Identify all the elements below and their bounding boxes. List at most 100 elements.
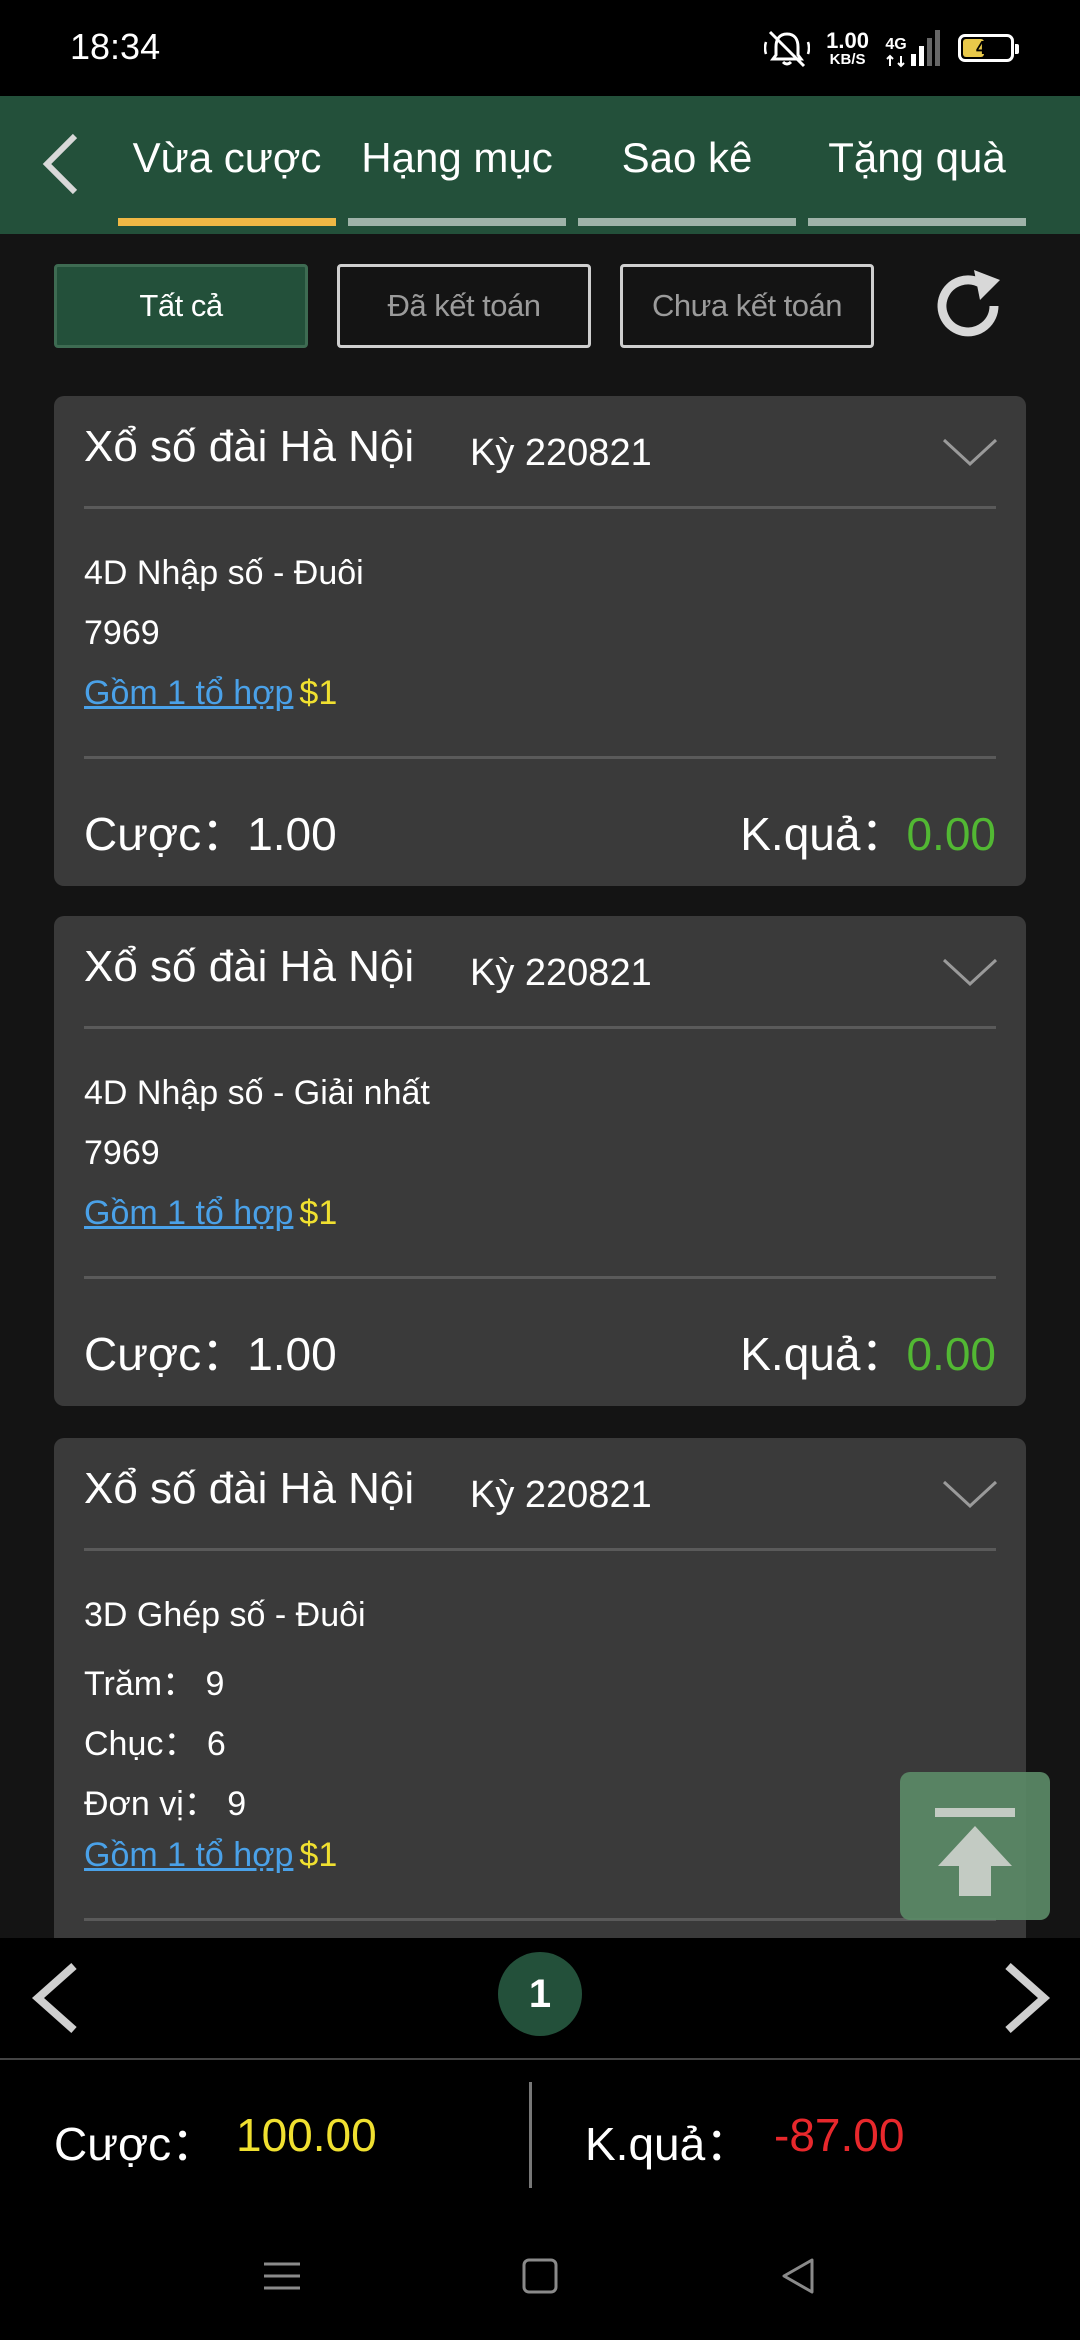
digit-row: Trăm： 9 — [84, 1656, 224, 1705]
lottery-name: Xổ số đài Hà Nội — [84, 1464, 415, 1513]
bet-number: 7969 — [84, 614, 160, 652]
combo-link[interactable]: Gồm 1 tổ hợp — [84, 1194, 293, 1232]
signal: 4G — [885, 28, 942, 68]
tab-label: Sao kê — [621, 134, 753, 181]
refresh-icon[interactable] — [928, 266, 1008, 346]
combo-info: Gồm 1 tổ hợp $1 — [84, 1836, 337, 1875]
digit-value: 9 — [205, 1665, 225, 1703]
network-type: 4G — [885, 36, 907, 53]
tab-indicator — [578, 218, 796, 226]
tab-indicator — [808, 218, 1026, 226]
filter-all-button[interactable]: Tất cả — [54, 264, 308, 348]
current-page[interactable]: 1 — [498, 1952, 582, 2036]
pagination: 1 — [0, 1938, 1080, 2058]
chevron-down-icon[interactable] — [942, 432, 998, 472]
tab-indicator — [118, 218, 336, 226]
combo-info: Gồm 1 tổ hợp $1 — [84, 674, 337, 713]
total-bet-value: 100.00 — [236, 2109, 377, 2161]
back-button[interactable] — [26, 124, 96, 204]
tab-gift[interactable]: Tặng quà — [808, 96, 1026, 234]
status-time: 18:34 — [70, 26, 161, 67]
back-icon[interactable] — [770, 2248, 826, 2304]
mute-icon — [764, 30, 811, 68]
bet-number: 7969 — [84, 1134, 160, 1172]
draw-period: Kỳ 220821 — [470, 432, 652, 474]
divider — [84, 1026, 996, 1029]
chevron-down-icon[interactable] — [942, 952, 998, 992]
network-speed-unit: KB/S — [829, 50, 866, 68]
status-icons: 1.00 KB/S 4G 42 — [764, 22, 1019, 74]
digit-row: Đơn vị： 9 — [84, 1776, 246, 1825]
bet-label: Cược： — [84, 808, 248, 860]
total-bet-label: Cược： — [54, 2118, 218, 2170]
result-value: 0.00 — [906, 1328, 996, 1380]
data-arrows-icon — [886, 54, 905, 68]
tab-label: Vừa cược — [132, 134, 322, 181]
combo-link[interactable]: Gồm 1 tổ hợp — [84, 674, 293, 712]
status-bar: 18:34 1.00 KB/S 4G 42 — [0, 0, 1080, 96]
combo-info: Gồm 1 tổ hợp $1 — [84, 1194, 337, 1233]
bet-summary: Cược：1.00 K.quả：0.00 — [84, 1318, 996, 1388]
prev-page-icon[interactable] — [22, 1960, 92, 2036]
tab-indicator — [348, 218, 566, 226]
digit-value: 9 — [227, 1785, 247, 1823]
menu-icon[interactable] — [254, 2248, 310, 2304]
bet-summary: Cược：1.00 K.quả：0.00 — [84, 798, 996, 868]
result-value: 0.00 — [906, 808, 996, 860]
system-nav-bar — [0, 2208, 1080, 2340]
filter-settled-button[interactable]: Đã kết toán — [337, 264, 591, 348]
draw-period: Kỳ 220821 — [470, 1474, 652, 1516]
bet-value: 1.00 — [247, 808, 337, 860]
tab-statement[interactable]: Sao kê — [578, 96, 796, 234]
result-label: K.quả： — [740, 808, 907, 860]
combo-amount: $1 — [299, 1836, 338, 1874]
bet-value: 1.00 — [247, 1328, 337, 1380]
draw-period: Kỳ 220821 — [470, 952, 652, 994]
network-speed: 1.00 KB/S — [826, 27, 869, 68]
divider — [84, 506, 996, 509]
lottery-name: Xổ số đài Hà Nội — [84, 422, 415, 471]
chevron-down-icon[interactable] — [942, 1474, 998, 1514]
signal-bars-icon — [911, 30, 940, 66]
digit-label: Trăm： — [84, 1665, 197, 1703]
total-result-label: K.quả： — [585, 2118, 752, 2170]
bet-list[interactable]: Xổ số đài Hà Nội Kỳ 220821 4D Nhập số - … — [0, 396, 1080, 1938]
totals-bar: Cược： 100.00 K.quả： -87.00 — [0, 2058, 1080, 2208]
total-result-value: -87.00 — [774, 2109, 905, 2161]
divider — [84, 1548, 996, 1551]
digit-row: Chục： 6 — [84, 1716, 226, 1765]
digit-label: Chục： — [84, 1725, 198, 1763]
bet-card[interactable]: Xổ số đài Hà Nội Kỳ 220821 4D Nhập số - … — [54, 916, 1026, 1406]
bet-label: Cược： — [84, 1328, 248, 1380]
battery-percent: 42 — [975, 37, 997, 58]
divider — [84, 1276, 996, 1279]
divider — [84, 1918, 996, 1921]
tab-category[interactable]: Hạng mục — [348, 96, 566, 234]
header: Vừa cược Hạng mục Sao kê Tặng quà — [0, 96, 1080, 234]
combo-amount: $1 — [299, 1194, 338, 1232]
divider — [84, 756, 996, 759]
tab-label: Hạng mục — [361, 134, 553, 181]
home-icon[interactable] — [512, 2248, 568, 2304]
result-label: K.quả： — [740, 1328, 907, 1380]
divider — [529, 2082, 532, 2188]
combo-link[interactable]: Gồm 1 tổ hợp — [84, 1836, 293, 1874]
bet-type: 3D Ghép số - Đuôi — [84, 1596, 366, 1634]
chevron-left-icon — [42, 133, 78, 195]
bet-type: 4D Nhập số - Đuôi — [84, 554, 364, 592]
tab-label: Tặng quà — [828, 134, 1006, 181]
screen: 18:34 1.00 KB/S 4G 42 Vừa cược Hạng mục … — [0, 0, 1080, 2340]
scroll-to-top-button[interactable] — [900, 1772, 1050, 1920]
combo-amount: $1 — [299, 674, 338, 712]
battery-icon: 42 — [958, 34, 1019, 62]
filter-unsettled-button[interactable]: Chưa kết toán — [620, 264, 874, 348]
bet-card[interactable]: Xổ số đài Hà Nội Kỳ 220821 4D Nhập số - … — [54, 396, 1026, 886]
bet-card[interactable]: Xổ số đài Hà Nội Kỳ 220821 3D Ghép số - … — [54, 1438, 1026, 1938]
arrow-up-icon — [935, 1808, 1015, 1896]
network-speed-value: 1.00 — [826, 27, 869, 53]
tab-just-bet[interactable]: Vừa cược — [118, 96, 336, 234]
next-page-icon[interactable] — [990, 1960, 1060, 2036]
bet-type: 4D Nhập số - Giải nhất — [84, 1074, 430, 1112]
digit-value: 6 — [206, 1725, 226, 1763]
lottery-name: Xổ số đài Hà Nội — [84, 942, 415, 991]
